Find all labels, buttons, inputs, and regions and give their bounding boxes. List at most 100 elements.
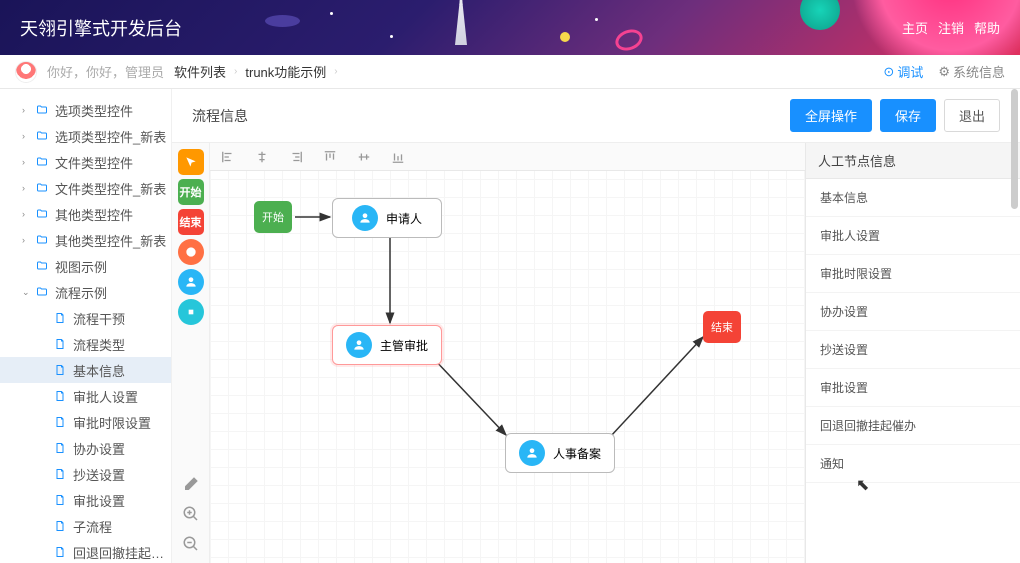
help-link[interactable]: 帮助 [974, 18, 1000, 37]
palette-timer-node[interactable] [178, 239, 204, 265]
tree-item-4[interactable]: › 其他类型控件 [0, 201, 171, 227]
chevron-icon: › [22, 157, 34, 167]
zoom-in-tool[interactable] [178, 501, 204, 527]
palette-gateway-node[interactable] [178, 299, 204, 325]
align-top-button[interactable] [322, 149, 338, 165]
flow-applicant-node[interactable]: 申请人 [332, 198, 442, 238]
property-tab-3[interactable]: 协办设置 [806, 293, 1020, 331]
folder-icon [34, 155, 50, 169]
tree-label: 流程示例 [55, 283, 107, 302]
node-properties-panel: 人工节点信息 基本信息审批人设置审批时限设置协办设置抄送设置审批设置回退回撤挂起… [805, 143, 1020, 563]
node-palette: 开始 结束 [172, 143, 210, 563]
tree-item-12[interactable]: 审批时限设置 [0, 409, 171, 435]
align-left-button[interactable] [220, 149, 236, 165]
flow-canvas[interactable]: 开始 申请人 主管审批 [210, 143, 805, 563]
flow-end-node[interactable]: 结束 [703, 311, 741, 343]
tree-label: 流程干预 [73, 309, 125, 328]
tree-item-0[interactable]: ›选项类型控件 [0, 97, 171, 123]
tree-label: 文件类型控件_新表 [55, 179, 166, 198]
content-actions: 全屏操作 保存 退出 [790, 99, 1000, 132]
chevron-icon: › [22, 183, 34, 193]
debug-link[interactable]: 调试 [883, 62, 923, 81]
file-icon [52, 441, 68, 455]
scrollbar[interactable] [1011, 89, 1018, 209]
canvas-area: 开始 结束 [172, 143, 1020, 563]
tree-label: 审批设置 [73, 491, 125, 510]
user-icon [346, 332, 372, 358]
tree-label: 基本信息 [73, 361, 125, 380]
chevron-right-icon: › [334, 66, 337, 77]
fullscreen-button[interactable]: 全屏操作 [790, 99, 872, 132]
tree-item-9[interactable]: 流程类型 [0, 331, 171, 357]
property-tab-1[interactable]: 审批人设置 [806, 217, 1020, 255]
tree-label: 审批时限设置 [73, 413, 151, 432]
align-center-h-button[interactable] [254, 149, 270, 165]
tree-label: 文件类型控件 [55, 153, 133, 172]
property-tab-7[interactable]: 通知 [806, 445, 1020, 483]
decoration-planet [612, 26, 645, 54]
palette-end-node[interactable]: 结束 [178, 209, 204, 235]
save-button[interactable]: 保存 [880, 99, 936, 132]
tree-item-5[interactable]: ›其他类型控件_新表 [0, 227, 171, 253]
tree-item-1[interactable]: ›选项类型控件_新表 [0, 123, 171, 149]
align-middle-button[interactable] [356, 149, 372, 165]
tree-label: 其他类型控件 [55, 205, 133, 224]
exit-button[interactable]: 退出 [944, 99, 1000, 132]
tree-item-2[interactable]: › 文件类型控件 [0, 149, 171, 175]
tree-item-16[interactable]: 子流程 [0, 513, 171, 539]
tree-label: 抄送设置 [73, 465, 125, 484]
tree-item-13[interactable]: 协办设置 [0, 435, 171, 461]
breadcrumb-software-list[interactable]: 软件列表 [174, 62, 226, 81]
chevron-right-icon: › [234, 66, 237, 77]
align-bottom-button[interactable] [390, 149, 406, 165]
property-tab-0[interactable]: 基本信息 [806, 179, 1020, 217]
file-icon [52, 415, 68, 429]
align-right-button[interactable] [288, 149, 304, 165]
zoom-out-tool[interactable] [178, 531, 204, 557]
property-tab-6[interactable]: 回退回撤挂起催办 [806, 407, 1020, 445]
property-tab-5[interactable]: 审批设置 [806, 369, 1020, 407]
tree-item-3[interactable]: › 文件类型控件_新表 [0, 175, 171, 201]
tree-item-14[interactable]: 抄送设置 [0, 461, 171, 487]
app-header: 天翎引擎式开发后台 主页 注销 帮助 [0, 0, 1020, 55]
flow-hr-node[interactable]: 人事备案 [505, 433, 615, 473]
sidebar-tree[interactable]: ›选项类型控件›选项类型控件_新表›文件类型控件›文件类型控件_新表›其他类型控… [0, 89, 172, 563]
tree-item-11[interactable]: 审批人设置 [0, 383, 171, 409]
tree-label: 审批人设置 [73, 387, 138, 406]
user-avatar-icon[interactable] [15, 61, 37, 83]
logout-link[interactable]: 注销 [938, 18, 964, 37]
folder-icon [34, 129, 50, 143]
breadcrumb-trunk-demo[interactable]: trunk功能示例 [245, 62, 326, 81]
palette-user-node[interactable] [178, 269, 204, 295]
tree-item-10[interactable]: 基本信息 [0, 357, 171, 383]
breadcrumb: 软件列表 › trunk功能示例 › [174, 62, 338, 81]
flow-supervisor-node[interactable]: 主管审批 [332, 325, 442, 365]
tree-item-7[interactable]: ⌄流程示例 [0, 279, 171, 305]
app-title: 天翎引擎式开发后台 [20, 15, 182, 41]
tree-label: 回退回撤挂起催办 [73, 543, 171, 562]
file-icon [52, 363, 68, 377]
property-tab-4[interactable]: 抄送设置 [806, 331, 1020, 369]
user-icon [519, 440, 545, 466]
palette-start-node[interactable]: 开始 [178, 179, 204, 205]
property-tab-2[interactable]: 审批时限设置 [806, 255, 1020, 293]
tree-item-6[interactable]: 视图示例 [0, 253, 171, 279]
tree-item-15[interactable]: 审批设置 [0, 487, 171, 513]
flow-start-node[interactable]: 开始 [254, 201, 292, 233]
tree-label: 流程类型 [73, 335, 125, 354]
decoration-blimp [265, 15, 300, 27]
tree-label: 选项类型控件_新表 [55, 127, 166, 146]
folder-icon [34, 233, 50, 247]
tree-item-8[interactable]: 流程干预 [0, 305, 171, 331]
tree-item-17[interactable]: 回退回撤挂起催办 [0, 539, 171, 563]
file-icon [52, 467, 68, 481]
palette-pointer[interactable] [178, 149, 204, 175]
home-link[interactable]: 主页 [902, 18, 928, 37]
file-icon [52, 337, 68, 351]
file-icon [52, 389, 68, 403]
chevron-icon: › [22, 209, 34, 219]
folder-icon [34, 181, 50, 195]
eraser-tool[interactable] [178, 471, 204, 497]
sysinfo-link[interactable]: 系统信息 [938, 62, 1005, 81]
breadcrumb-bar: 你好，你好，管理员 软件列表 › trunk功能示例 › 调试 系统信息 [0, 55, 1020, 89]
